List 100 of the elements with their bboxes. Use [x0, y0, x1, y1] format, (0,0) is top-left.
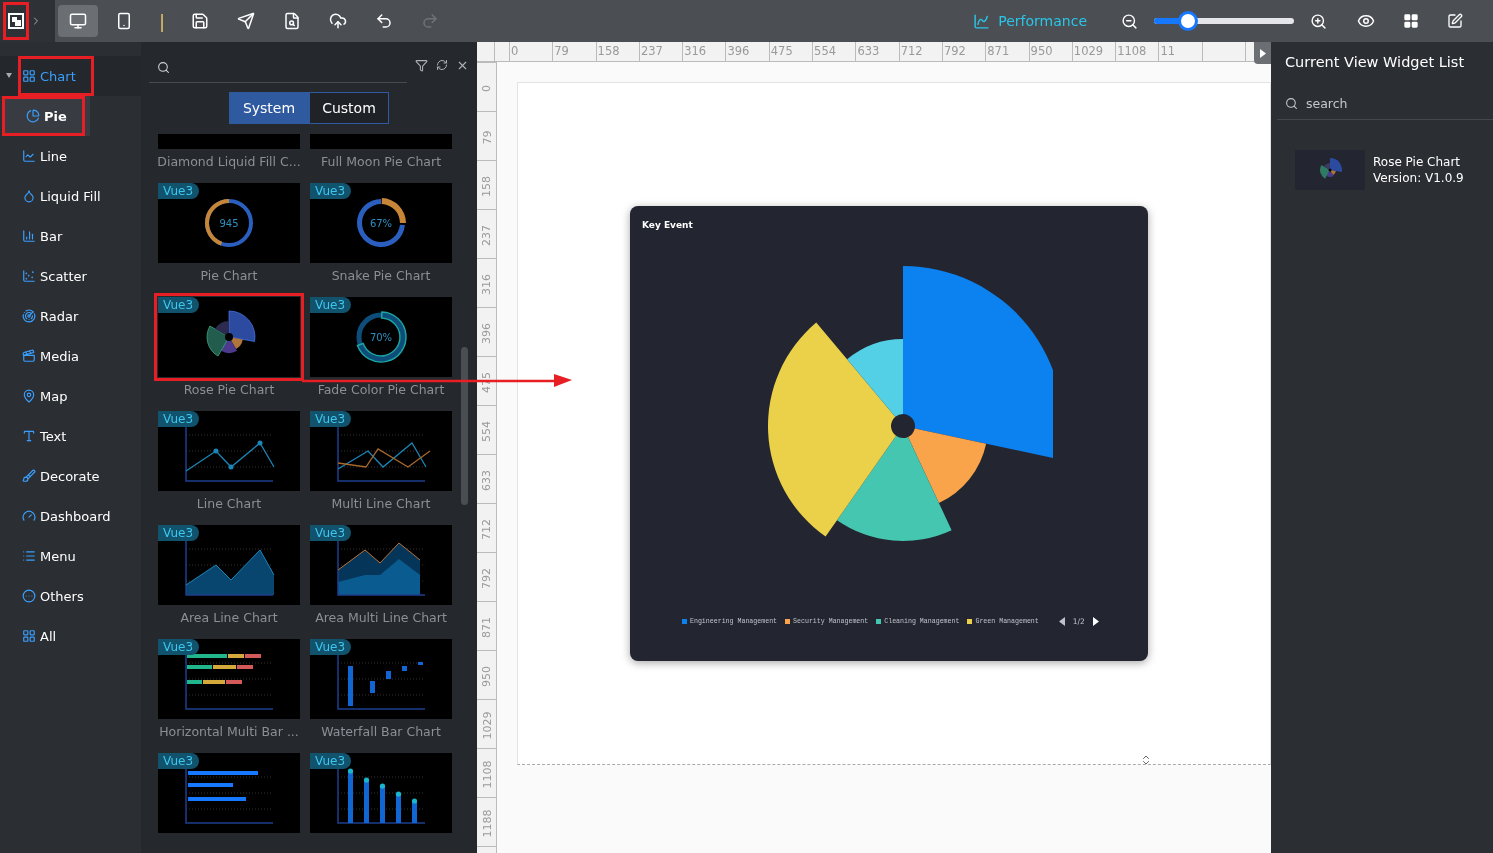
category-label: Map — [40, 388, 68, 404]
category-label: Liquid Fill — [40, 188, 101, 204]
next-page-icon[interactable] — [1092, 617, 1099, 626]
more-icon — [22, 589, 36, 603]
line-chart-icon — [22, 149, 36, 163]
slider-thumb[interactable] — [1177, 11, 1198, 31]
widget-name: Rose Pie Chart — [1373, 155, 1462, 169]
widget-name: Horizontal Multi Bar ... — [159, 724, 299, 739]
version-badge: Vue3 — [158, 753, 200, 769]
search-icon — [1285, 97, 1298, 110]
grid-icon — [22, 69, 36, 83]
widget-name: Pie Chart — [200, 268, 258, 283]
edit-icon[interactable] — [1447, 13, 1463, 29]
previous-page-icon[interactable] — [1058, 617, 1065, 626]
radar-icon — [22, 309, 36, 323]
category-item[interactable]: Map — [0, 376, 141, 416]
line-chart-icon — [973, 12, 991, 30]
version-badge: Vue3 — [158, 183, 200, 199]
category-item[interactable]: Scatter — [0, 256, 141, 296]
category-label: Others — [40, 588, 84, 604]
category-item[interactable]: Radar — [0, 296, 141, 336]
panel-title: Current View Widget List — [1284, 53, 1466, 72]
eye-icon[interactable] — [1357, 12, 1375, 30]
widget-name: Fade Color Pie Chart — [317, 382, 445, 397]
clapperboard-icon — [22, 349, 36, 363]
category-label: Bar — [40, 228, 63, 244]
category-item[interactable]: Dashboard — [0, 496, 141, 536]
list-icon — [22, 549, 36, 563]
tab[interactable]: System — [229, 92, 309, 124]
category-item[interactable]: Chart — [0, 56, 141, 96]
category-label: Scatter — [40, 268, 87, 284]
category-label: Pie — [44, 108, 67, 124]
category-label: Line — [40, 148, 68, 164]
version-badge: Vue3 — [310, 525, 352, 541]
category-item[interactable]: Text — [0, 416, 141, 456]
widget-name: Full Moon Pie Chart — [320, 154, 442, 169]
category-label: Text — [40, 428, 67, 444]
widget-name: Line Chart — [196, 496, 262, 511]
resize-handle-icon[interactable] — [1140, 754, 1152, 766]
search-icon — [157, 61, 170, 74]
caret-icon — [6, 73, 12, 78]
widget-name: Waterfall Bar Chart — [321, 724, 441, 739]
widget-name: Area Multi Line Chart — [315, 610, 447, 625]
version-badge: Vue3 — [158, 525, 200, 541]
category-item[interactable]: Liquid Fill — [0, 176, 141, 216]
widget-version: Version: V1.0.9 — [1373, 171, 1464, 185]
category-label: Menu — [40, 548, 76, 564]
grid-icon[interactable] — [1403, 13, 1419, 29]
widget-thumbnail[interactable] — [1295, 150, 1365, 190]
brush-icon — [22, 469, 36, 483]
chart-title: Key Event — [642, 220, 693, 230]
widget-name: Diamond Liquid Fill C... — [157, 154, 301, 169]
version-badge: Vue3 — [310, 639, 352, 655]
refresh-icon[interactable] — [436, 59, 448, 71]
version-badge: Vue3 — [310, 297, 352, 313]
category-item[interactable]: Line — [0, 136, 141, 176]
pie-chart-icon — [26, 109, 40, 123]
tab[interactable]: Custom — [309, 92, 389, 124]
chart-value: 67% — [369, 217, 393, 229]
performance-button[interactable]: Performance — [973, 12, 1087, 30]
widget-preview-card[interactable]: Vue3 — [154, 293, 304, 381]
version-badge: Vue3 — [158, 411, 200, 427]
version-badge: Vue3 — [158, 297, 200, 313]
text-icon — [22, 429, 36, 443]
category-item[interactable]: Bar — [0, 216, 141, 256]
widget-name: Multi Line Chart — [331, 496, 431, 511]
scrollbar[interactable] — [461, 347, 468, 505]
map-pin-icon — [22, 389, 36, 403]
chart-value: 945 — [219, 217, 239, 229]
gauge-icon — [22, 509, 36, 523]
category-item[interactable]: Pie — [3, 96, 90, 136]
scatter-chart-icon — [22, 269, 36, 283]
logo-icon[interactable] — [5, 4, 27, 38]
filter-icon[interactable] — [415, 58, 428, 72]
droplet-icon — [22, 189, 36, 203]
version-badge: Vue3 — [310, 411, 352, 427]
category-label: All — [40, 628, 57, 644]
category-label: Decorate — [40, 468, 100, 484]
grid-icon — [22, 629, 36, 643]
category-item[interactable]: Menu — [0, 536, 141, 576]
category-item[interactable]: Others — [0, 576, 141, 616]
toolbar-separator: | — [157, 10, 167, 32]
bar-chart-icon — [22, 229, 36, 243]
monitor-button[interactable] — [58, 5, 98, 37]
version-badge: Vue3 — [310, 753, 352, 769]
search-field[interactable]: search — [1277, 88, 1493, 120]
category-label: Radar — [40, 308, 79, 324]
zoom-in-icon[interactable] — [1310, 12, 1327, 30]
chart-value: 70% — [369, 331, 393, 343]
category-label: Dashboard — [40, 508, 111, 524]
category-item[interactable]: Media — [0, 336, 141, 376]
zoom-out-icon[interactable] — [1121, 12, 1138, 30]
widget-name: Area Line Chart — [180, 610, 278, 625]
category-item[interactable]: Decorate — [0, 456, 141, 496]
category-item[interactable]: All — [0, 616, 141, 656]
widget-name: Rose Pie Chart — [183, 382, 275, 397]
category-label: Media — [40, 348, 80, 364]
widget-name: Snake Pie Chart — [331, 268, 431, 283]
collapse-button[interactable] — [1254, 42, 1271, 64]
triangle-right-icon — [1259, 48, 1266, 58]
